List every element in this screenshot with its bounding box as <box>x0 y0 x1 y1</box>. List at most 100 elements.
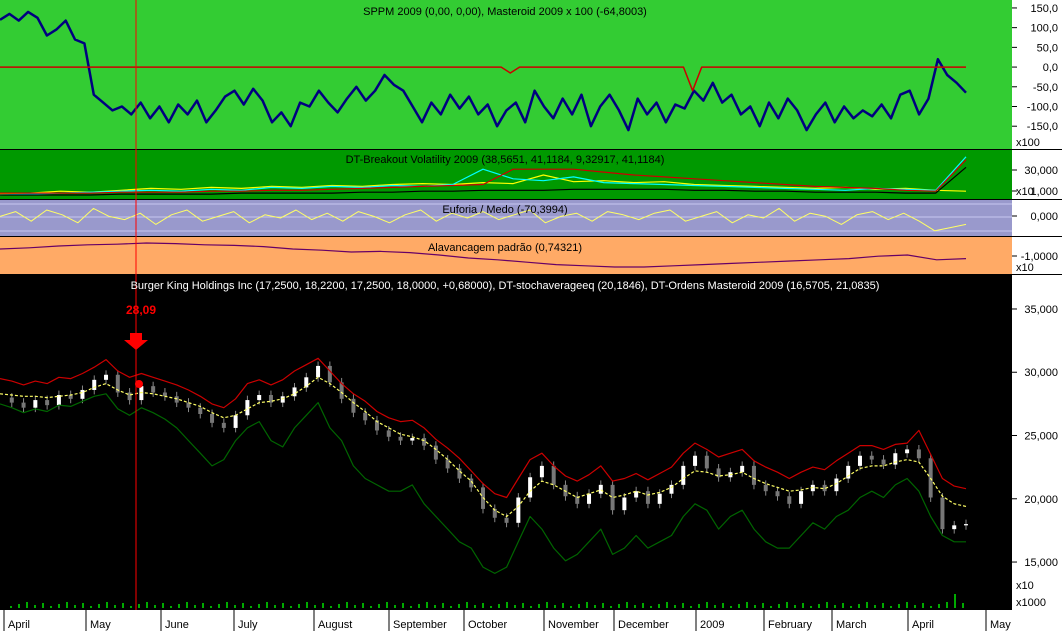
volume-bar <box>650 606 652 608</box>
candle-body <box>92 379 97 390</box>
volume-bar <box>346 602 348 608</box>
candle-body <box>645 491 650 504</box>
sppm-panel <box>0 0 1012 149</box>
volume-bar <box>66 602 68 608</box>
volume-bar <box>874 605 876 608</box>
candle-body <box>398 436 403 441</box>
volume-bar <box>770 606 772 608</box>
candle-body <box>233 415 238 428</box>
candle-body <box>422 438 427 446</box>
volume-bar <box>746 602 748 608</box>
alav-scale-badge: x10 <box>1016 262 1034 274</box>
volume-bar <box>226 602 228 608</box>
candle-body <box>598 484 603 494</box>
x-tick-9: 2009 <box>700 619 724 631</box>
candle-body <box>964 524 968 526</box>
candle-body <box>386 430 391 437</box>
volume-bar <box>234 605 236 608</box>
volume-bar <box>754 605 756 608</box>
sppm-tick-3: 0,0 <box>1043 62 1058 74</box>
volume-bar <box>546 602 548 608</box>
x-tick-10: February <box>768 619 813 631</box>
candle-body <box>445 459 450 469</box>
candle-body <box>198 407 203 414</box>
sppm-tick-1: 100,0 <box>1030 23 1058 35</box>
volume-bar <box>586 602 588 608</box>
volume-bar <box>930 606 932 608</box>
volume-bar <box>914 605 916 608</box>
candle-body <box>940 497 945 530</box>
price-title: Burger King Holdings Inc (17,2500, 18,22… <box>131 280 880 292</box>
price-panel <box>0 275 1012 610</box>
candle-body <box>681 465 686 485</box>
order-marker <box>135 380 143 388</box>
volume-bar <box>330 606 332 608</box>
volume-bar <box>138 604 140 608</box>
candle-body <box>9 397 14 403</box>
volume-bar <box>218 604 220 608</box>
price-tick-1: 30,000 <box>1024 367 1058 379</box>
candle-body <box>952 525 957 530</box>
volume-bar <box>946 602 948 608</box>
candle-body <box>857 455 862 466</box>
x-tick-3: July <box>238 619 258 631</box>
volume-bar <box>634 605 636 608</box>
candle-body <box>174 396 179 403</box>
candle-body <box>33 400 38 408</box>
candle-body <box>516 497 521 523</box>
sppm-tick-5: -100,0 <box>1027 101 1058 113</box>
volume-bar <box>938 604 940 608</box>
volume-bar <box>306 602 308 608</box>
volume-bar <box>762 603 764 608</box>
volume-bar <box>450 606 452 608</box>
volume-bar <box>682 603 684 608</box>
volume-bar <box>626 602 628 608</box>
volume-bar <box>394 605 396 608</box>
candle-body <box>740 465 745 473</box>
price-tick-0: 35,000 <box>1024 304 1058 316</box>
volume-bar <box>386 602 388 608</box>
volume-bar <box>674 605 676 608</box>
volume-bar <box>74 605 76 608</box>
candle-body <box>104 374 109 380</box>
volume-bar <box>266 602 268 608</box>
x-tick-8: December <box>618 619 669 631</box>
volume-bar <box>298 604 300 608</box>
volume-bar <box>570 606 572 608</box>
euforia-tick-0: 0,000 <box>1030 211 1058 223</box>
volume-bar <box>666 602 668 608</box>
candle-body <box>80 389 85 399</box>
volume-bar <box>458 604 460 608</box>
volume-bar <box>362 603 364 608</box>
volume-bar <box>90 606 92 608</box>
x-tick-1: May <box>90 619 111 631</box>
price-tick-2: 25,000 <box>1024 431 1058 443</box>
stock-chart[interactable]: 150,0 100,0 50,0 0,0 -50,0 -100,0 -150,0 30,000… <box>0 0 1062 631</box>
volume-scale-badge-x10: x10 <box>1016 580 1034 592</box>
volume-bar <box>578 604 580 608</box>
alavancagem-title: Alavancagem padrão (0,74321) <box>428 242 582 254</box>
x-tick-11: March <box>836 619 867 631</box>
x-tick-4: August <box>318 619 352 631</box>
volume-bar <box>890 606 892 608</box>
volume-bar <box>610 606 612 608</box>
price-tick-3: 20,000 <box>1024 494 1058 506</box>
candle-body <box>622 497 627 511</box>
volume-bar <box>418 604 420 608</box>
breakout-scale-badge: x10 <box>1016 186 1034 198</box>
volume-bar <box>82 603 84 608</box>
volume-bar <box>34 605 36 608</box>
x-tick-12: April <box>912 619 934 631</box>
volume-bar <box>738 604 740 608</box>
breakout-tick-1: 1,000 <box>1030 186 1058 198</box>
candle-body <box>363 412 368 421</box>
volume-bar <box>466 602 468 608</box>
volume-bar <box>282 603 284 608</box>
volume-bar <box>818 604 820 608</box>
volume-bar <box>130 606 132 608</box>
volume-bar <box>842 603 844 608</box>
volume-bar <box>834 605 836 608</box>
volume-bar <box>490 606 492 608</box>
volume-bar <box>554 605 556 608</box>
x-tick-13: May <box>990 619 1011 631</box>
